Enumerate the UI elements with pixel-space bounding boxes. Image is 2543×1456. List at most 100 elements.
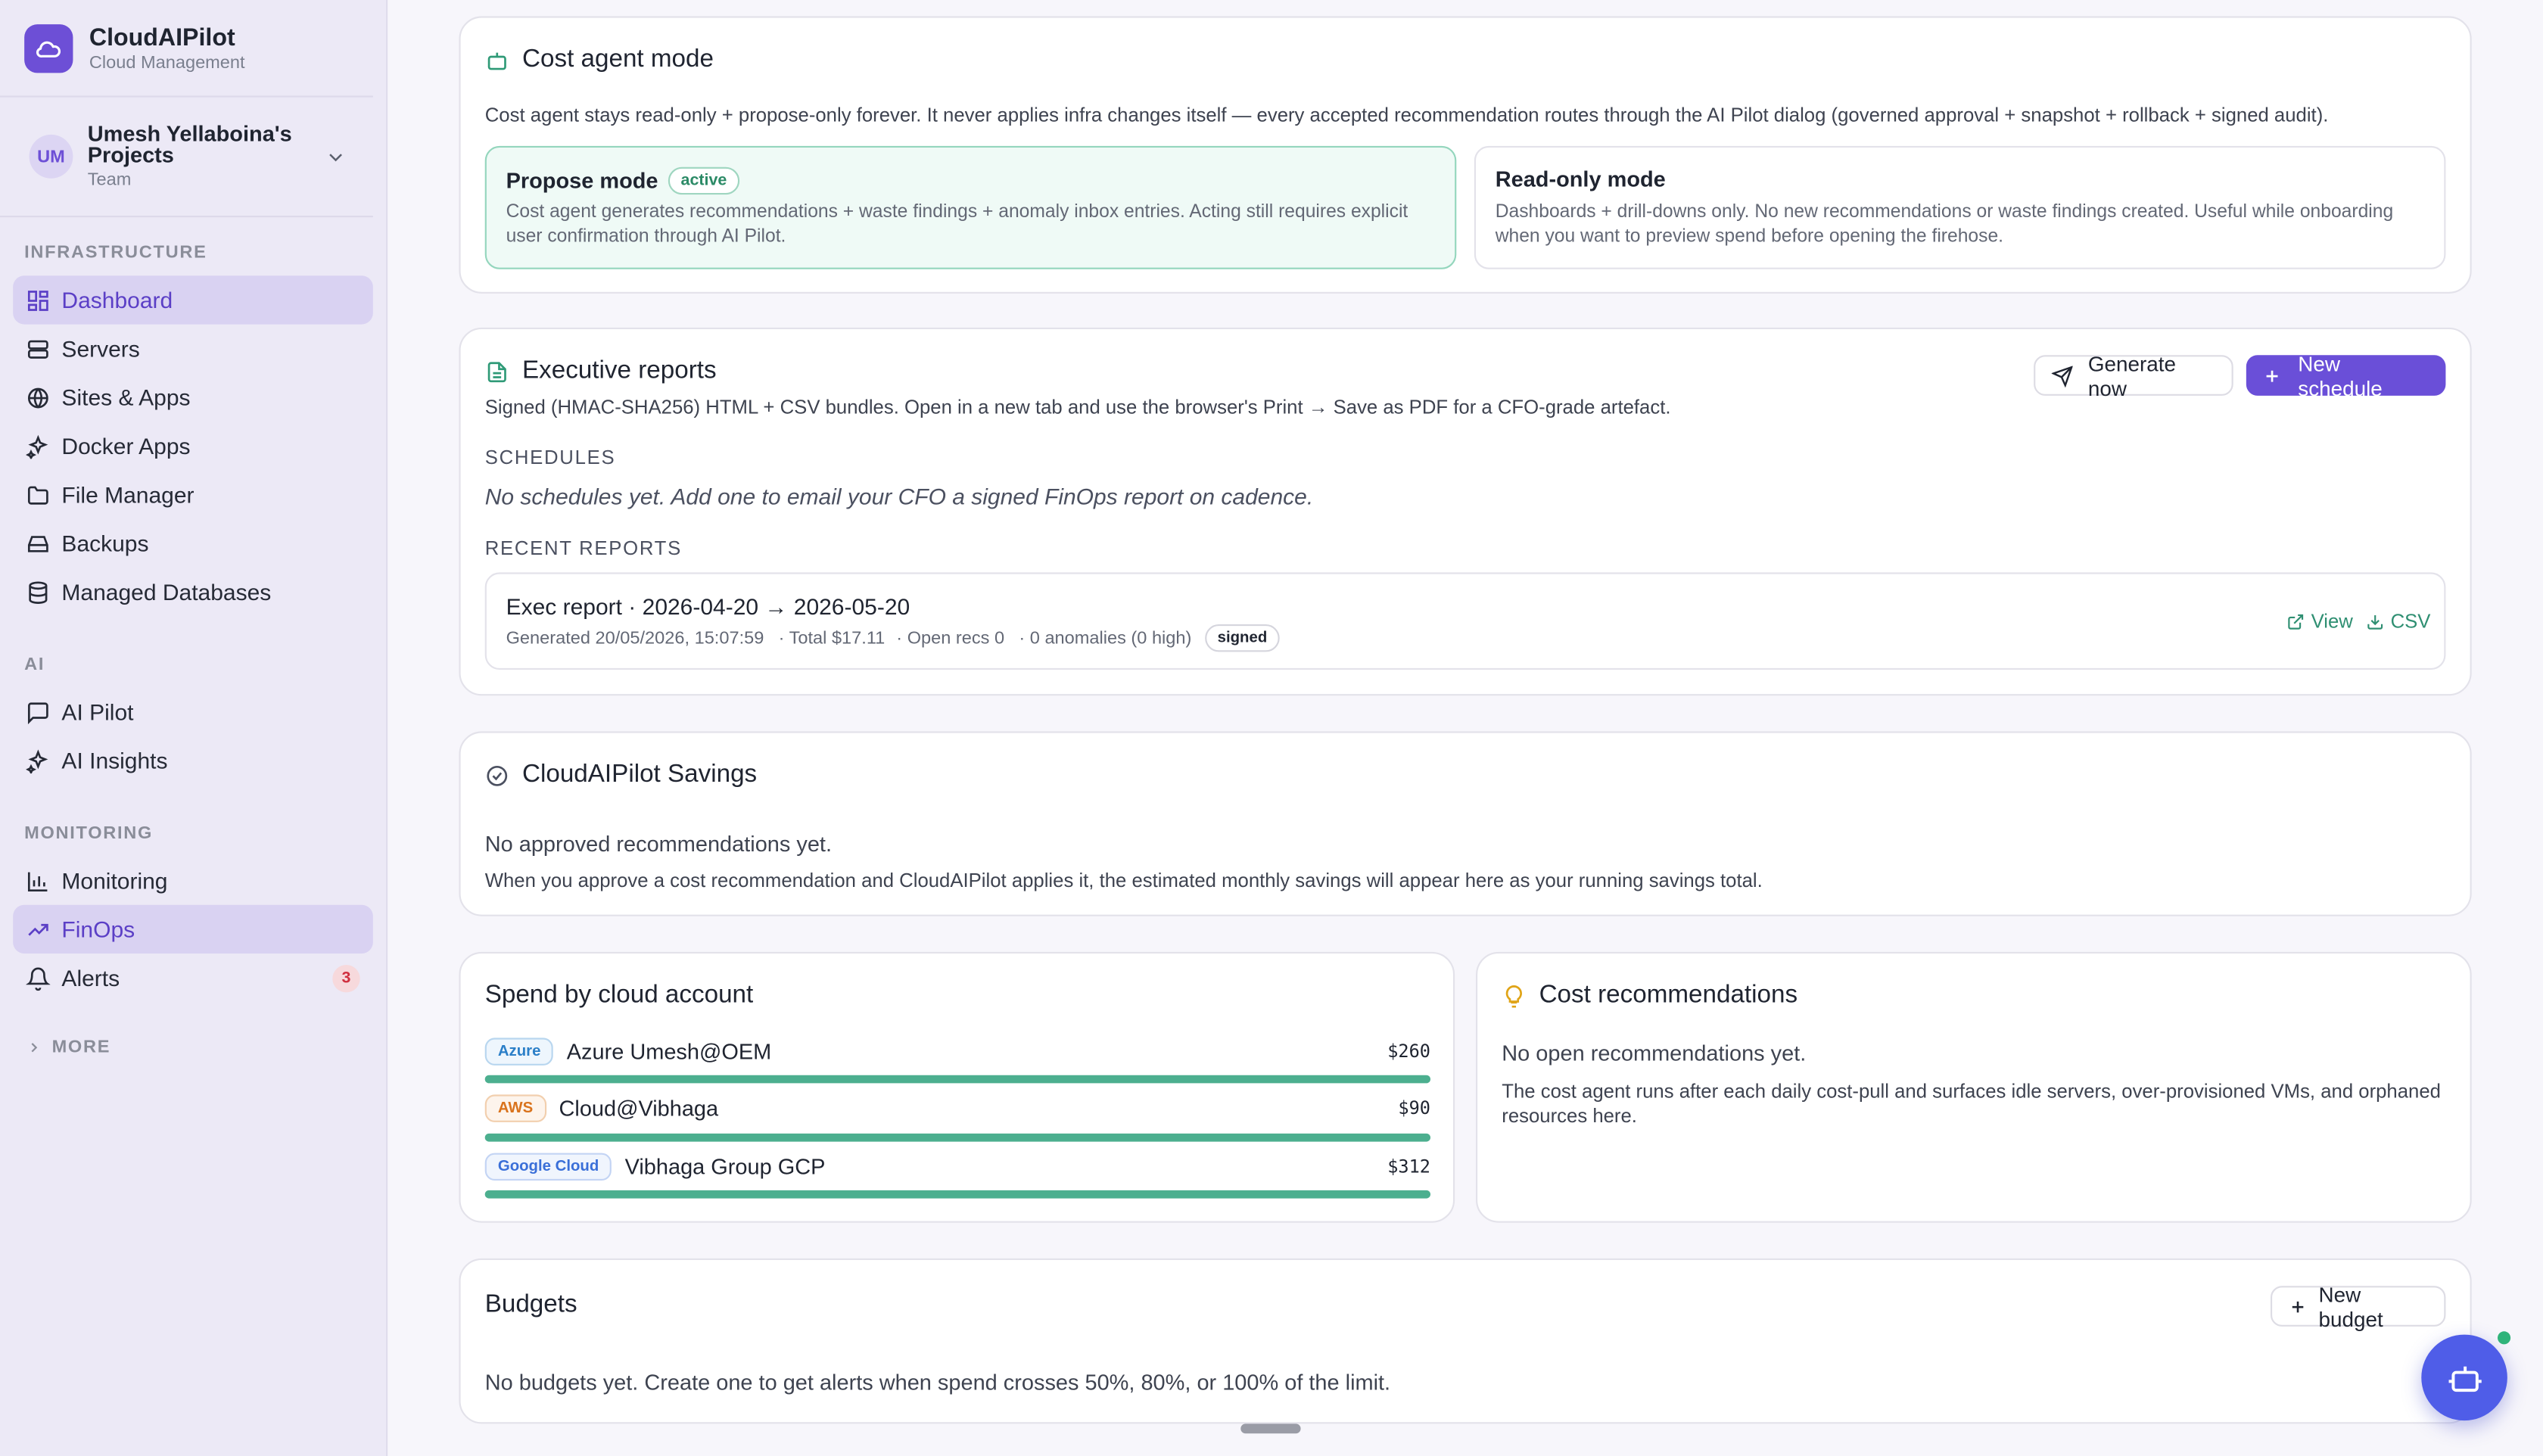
recommendations-help-text: The cost agent runs after each daily cos…: [1502, 1080, 2441, 1128]
sidebar-item-label: Managed Databases: [61, 579, 272, 605]
savings-card: CloudAIPilot Savings No approved recomme…: [459, 731, 2472, 916]
recommendations-empty-text: No open recommendations yet.: [1502, 1041, 1807, 1066]
sidebar-item-docker-apps[interactable]: Docker Apps: [13, 422, 373, 470]
message-square-icon: [27, 702, 48, 724]
executive-reports-card: Executive reports Signed (HMAC-SHA256) H…: [459, 327, 2472, 696]
sidebar-item-alerts[interactable]: Alerts 3: [13, 954, 373, 1002]
account-name: Vibhaga Group GCP: [624, 1154, 826, 1179]
budgets-card: Budgets New budget No budgets yet. Creat…: [459, 1258, 2472, 1424]
scroll-handle[interactable]: [1240, 1423, 1301, 1434]
signed-badge: signed: [1204, 624, 1281, 652]
executive-reports-title: Executive reports: [522, 356, 717, 384]
project-name: Umesh Yellaboina's Projects: [87, 121, 292, 167]
online-status-dot: [2498, 1331, 2511, 1345]
report-title: Exec report · 2026-04-20 → 2026-05-20: [506, 593, 910, 620]
sidebar-item-label: Dashboard: [61, 287, 173, 313]
cost-agent-card: Cost agent mode Cost agent stays read-on…: [459, 16, 2472, 294]
sidebar-item-label: AI Insights: [61, 747, 168, 774]
new-budget-button[interactable]: New budget: [2271, 1282, 2446, 1330]
sidebar-item-file-manager[interactable]: File Manager: [13, 470, 373, 518]
sidebar-item-ai-pilot[interactable]: AI Pilot: [13, 688, 373, 736]
schedules-label: SCHEDULES: [484, 446, 616, 469]
sidebar: CloudAIPilot Cloud Management UM Umesh Y…: [0, 0, 388, 1456]
file-text-icon: [487, 361, 506, 382]
spend-row[interactable]: Azure Azure Umesh@OEM $260: [484, 1038, 1430, 1066]
bot-icon: [487, 51, 506, 70]
server-icon: [27, 339, 48, 358]
lightbulb-icon: [1505, 984, 1522, 1007]
sidebar-item-servers[interactable]: Servers: [13, 325, 373, 373]
report-view-link[interactable]: View: [2286, 610, 2353, 633]
report-generated: Generated 20/05/2026, 15:07:59: [506, 628, 764, 649]
generate-now-button[interactable]: Generate now: [2034, 351, 2233, 400]
schedules-empty-text: No schedules yet. Add one to email your …: [484, 483, 1314, 509]
brand[interactable]: CloudAIPilot Cloud Management: [0, 0, 373, 98]
sidebar-item-monitoring[interactable]: Monitoring: [13, 856, 373, 904]
savings-empty-text: No approved recommendations yet.: [484, 832, 833, 857]
hard-drive-icon: [27, 535, 48, 552]
google-cloud-badge: Google Cloud: [484, 1153, 612, 1181]
account-name: Cloud@Vibhaga: [559, 1096, 719, 1121]
new-schedule-label: New schedule: [2298, 350, 2383, 400]
trending-up-icon: [28, 922, 48, 935]
account-amount: $312: [1387, 1156, 1430, 1178]
avatar: UM: [29, 134, 73, 179]
sidebar-item-label: File Manager: [61, 481, 195, 508]
folder-icon: [27, 485, 48, 504]
dashboard-icon: [27, 290, 48, 310]
recent-reports-label: RECENT REPORTS: [484, 537, 682, 560]
cloud-logo-icon: [24, 23, 73, 73]
read-only-mode-text: Dashboards + drill-downs only. No new re…: [1495, 202, 2394, 247]
propose-mode-text: Cost agent generates recommendations + w…: [506, 202, 1408, 247]
cost-agent-description: Cost agent stays read-only + propose-onl…: [484, 104, 2329, 127]
sidebar-item-label: Backups: [61, 530, 149, 556]
account-name: Azure Umesh@OEM: [566, 1039, 772, 1064]
more-toggle[interactable]: MORE: [0, 1038, 386, 1057]
spend-bar: [484, 1190, 1430, 1199]
globe-icon: [27, 387, 48, 408]
savings-help-text: When you approve a cost recommendation a…: [484, 869, 1763, 892]
spend-row[interactable]: Google Cloud Vibhaga Group GCP $312: [484, 1153, 1430, 1181]
budgets-empty-text: No budgets yet. Create one to get alerts…: [484, 1370, 1391, 1395]
spend-row[interactable]: AWS Cloud@Vibhaga $90: [484, 1094, 1430, 1122]
project-switcher[interactable]: UM Umesh Yellaboina's Projects Team: [0, 98, 373, 218]
propose-mode-option[interactable]: Propose mode active Cost agent generates…: [484, 145, 1457, 269]
check-circle-icon: [487, 764, 508, 786]
chevron-down-icon: [329, 153, 342, 161]
new-schedule-button[interactable]: New schedule: [2246, 351, 2446, 400]
download-icon: [2367, 614, 2383, 629]
ai-assistant-fab[interactable]: [2421, 1334, 2507, 1421]
bar-chart-icon: [27, 871, 48, 891]
sidebar-item-label: FinOps: [61, 916, 135, 942]
budgets-title: Budgets: [484, 1290, 577, 1319]
propose-mode-title: Propose mode: [506, 168, 658, 193]
report-csv-link[interactable]: CSV: [2366, 610, 2430, 633]
account-amount: $260: [1387, 1041, 1430, 1062]
report-open-recs: · Open recs 0: [896, 628, 1005, 649]
sidebar-item-managed-databases[interactable]: Managed Databases: [13, 568, 373, 616]
alerts-count-badge: 3: [332, 963, 360, 992]
chevron-right-icon: [31, 1043, 38, 1053]
brand-subtitle: Cloud Management: [89, 52, 245, 73]
aws-badge: AWS: [484, 1094, 546, 1122]
azure-badge: Azure: [484, 1038, 554, 1066]
sidebar-item-label: AI Pilot: [61, 698, 134, 725]
spend-bar: [484, 1075, 1430, 1084]
sparkles-icon: [26, 434, 48, 459]
recommendations-title: Cost recommendations: [1539, 981, 1798, 1009]
more-label: MORE: [51, 1038, 111, 1058]
spend-title: Spend by cloud account: [484, 981, 754, 1009]
sidebar-item-label: Servers: [61, 335, 140, 362]
savings-title: CloudAIPilot Savings: [522, 760, 758, 789]
sidebar-item-backups[interactable]: Backups: [13, 519, 373, 568]
bell-icon: [26, 966, 51, 991]
sidebar-item-ai-insights[interactable]: AI Insights: [13, 736, 373, 785]
sidebar-item-sites-apps[interactable]: Sites & Apps: [13, 373, 373, 422]
csv-label: CSV: [2390, 609, 2431, 633]
database-icon: [29, 580, 48, 603]
sidebar-item-dashboard[interactable]: Dashboard: [13, 275, 373, 325]
sidebar-item-finops[interactable]: FinOps: [13, 904, 373, 954]
read-only-mode-option[interactable]: Read-only mode Dashboards + drill-downs …: [1474, 145, 2446, 269]
cost-agent-title: Cost agent mode: [522, 45, 714, 73]
brand-name: CloudAIPilot: [89, 23, 235, 51]
